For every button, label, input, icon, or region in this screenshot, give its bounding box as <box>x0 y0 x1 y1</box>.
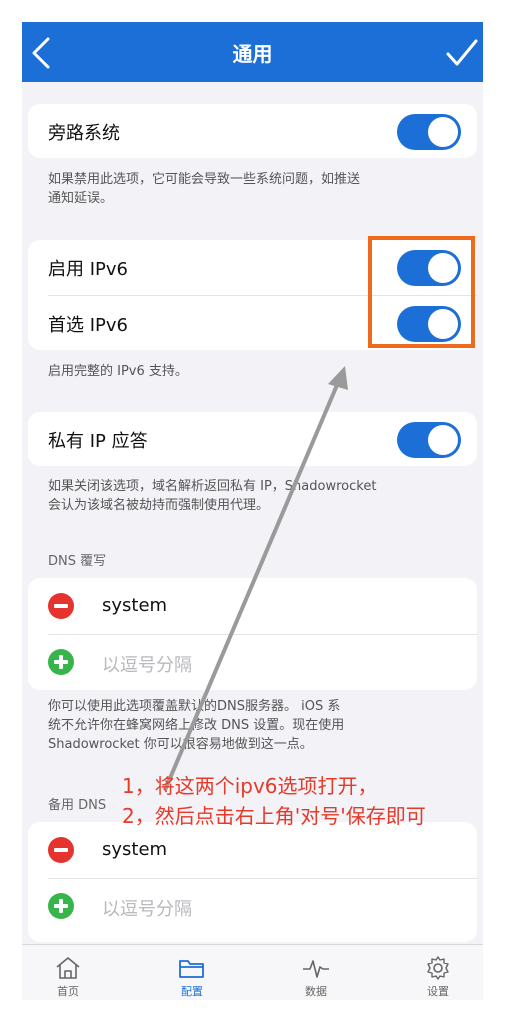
tab-data[interactable]: 数据 <box>276 945 356 1000</box>
gear-icon <box>427 956 449 980</box>
prefer-ipv6-label: 首选 IPv6 <box>48 315 128 336</box>
tab-config-label: 配置 <box>181 985 203 998</box>
toggle-knob <box>428 253 458 283</box>
checkmark-icon[interactable] <box>445 38 479 68</box>
dns-entry-row: system <box>28 578 477 634</box>
backup-dns-entry-row: system <box>28 822 477 878</box>
dns-footnote-line: 你可以使用此选项覆盖默认的DNS服务器。 iOS 系 <box>48 699 341 714</box>
tab-config[interactable]: 配置 <box>152 945 232 1000</box>
folder-icon <box>179 960 204 978</box>
backup-dns-add-row: 以逗号分隔 <box>28 878 477 934</box>
private-ip-footnote: 如果关闭该选项，域名解析返回私有 IP，Shadowrocket 会认为该域名被… <box>48 477 468 515</box>
bypass-toggle[interactable] <box>397 114 461 150</box>
annotation-line-1: 1，将这两个ipv6选项打开， <box>122 774 378 798</box>
bypass-footnote-line: 通知延误。 <box>48 191 114 206</box>
enable-ipv6-label: 启用 IPv6 <box>48 259 128 280</box>
enable-ipv6-row: 启用 IPv6 <box>28 240 477 294</box>
bypass-card: 旁路系统 <box>28 104 477 158</box>
pulse-icon <box>303 960 329 978</box>
add-circle-icon[interactable] <box>48 893 74 919</box>
prefer-ipv6-row: 首选 IPv6 <box>28 296 477 350</box>
tab-settings-label: 设置 <box>427 985 449 998</box>
dns-add-row: 以逗号分隔 <box>28 634 477 690</box>
add-circle-icon[interactable] <box>48 649 74 675</box>
dns-override-card: system 以逗号分隔 <box>28 578 477 690</box>
backup-dns-card: system 以逗号分隔 <box>28 822 477 942</box>
backup-dns-add-input[interactable]: 以逗号分隔 <box>102 895 192 921</box>
bypass-label: 旁路系统 <box>48 123 120 144</box>
toggle-knob <box>428 309 458 339</box>
ipv6-footnote: 启用完整的 IPv6 支持。 <box>48 364 188 379</box>
backup-dns-header: 备用 DNS <box>48 798 107 813</box>
tab-bar: 首页 配置 数据 设置 <box>22 944 483 1000</box>
private-ip-footnote-line: 如果关闭该选项，域名解析返回私有 IP，Shadowrocket <box>48 479 377 494</box>
bypass-footnote-line: 如果禁用此选项，它可能会导致一些系统问题，如推送 <box>48 172 361 187</box>
remove-circle-icon[interactable] <box>48 837 74 863</box>
home-icon <box>56 957 80 979</box>
ipv6-card: 启用 IPv6 首选 IPv6 <box>28 240 477 350</box>
dns-footnote-line: Shadowrocket 你可以很容易地做到这一点。 <box>48 737 313 752</box>
tab-data-label: 数据 <box>305 985 327 998</box>
dns-entry-value[interactable]: system <box>102 595 167 616</box>
remove-circle-icon[interactable] <box>48 593 74 619</box>
private-ip-row: 私有 IP 应答 <box>28 412 477 466</box>
settings-screen: 通用 旁路系统 如果禁用此选项，它可能会导致一些系统问题，如推送 通知延误。 启… <box>22 22 483 1000</box>
tab-home-label: 首页 <box>57 985 79 998</box>
tab-settings[interactable]: 设置 <box>398 945 478 1000</box>
page-title: 通用 <box>232 42 273 66</box>
nav-bar: 通用 <box>22 22 483 82</box>
private-ip-toggle[interactable] <box>397 422 461 458</box>
bypass-row: 旁路系统 <box>28 104 477 158</box>
dns-footnote-line: 统不允许你在蜂窝网络上修改 DNS 设置。现在使用 <box>48 718 345 733</box>
bypass-footnote: 如果禁用此选项，它可能会导致一些系统问题，如推送 通知延误。 <box>48 170 468 208</box>
toggle-knob <box>428 117 458 147</box>
prefer-ipv6-toggle[interactable] <box>397 306 461 342</box>
enable-ipv6-toggle[interactable] <box>397 250 461 286</box>
private-ip-footnote-line: 会认为该域名被劫持而强制使用代理。 <box>48 498 270 513</box>
dns-add-input[interactable]: 以逗号分隔 <box>102 651 192 677</box>
private-ip-card: 私有 IP 应答 <box>28 412 477 466</box>
tab-home[interactable]: 首页 <box>28 945 108 1000</box>
toggle-knob <box>428 425 458 455</box>
annotation-line-2: 2，然后点击右上角'对号'保存即可 <box>122 804 426 828</box>
dns-override-header: DNS 覆写 <box>48 554 107 569</box>
private-ip-label: 私有 IP 应答 <box>48 431 148 452</box>
backup-dns-entry-value[interactable]: system <box>102 839 167 860</box>
dns-override-footnote: 你可以使用此选项覆盖默认的DNS服务器。 iOS 系 统不允许你在蜂窝网络上修改… <box>48 697 468 754</box>
